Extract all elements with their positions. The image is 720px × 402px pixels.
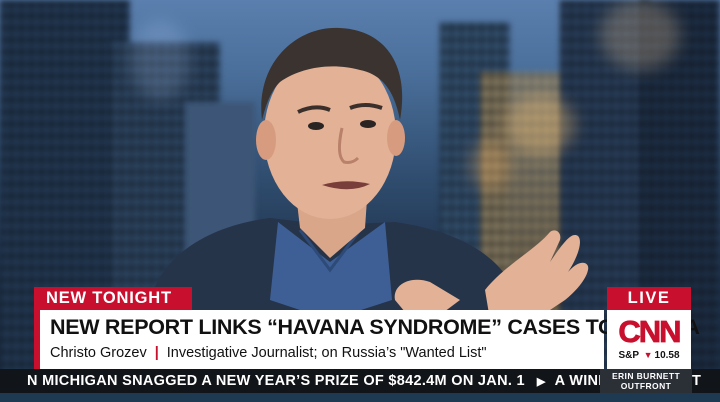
speaker-separator: | xyxy=(154,345,159,361)
show-name-line1: ERIN BURNETT xyxy=(611,371,681,381)
speaker-line: Christo Grozev | Investigative Journalist;… xyxy=(50,344,487,362)
cnn-logo-icon: CNN xyxy=(613,313,685,349)
stock-change: 10.58 xyxy=(654,350,680,361)
live-badge: LIVE xyxy=(607,287,691,310)
new-tonight-tag: NEW TONIGHT xyxy=(34,287,192,310)
cnn-logo-text: CNN xyxy=(618,314,680,349)
headline-banner: NEW REPORT LINKS “HAVANA SYNDROME” CASES… xyxy=(34,310,700,369)
stock-label: S&P xyxy=(618,350,639,361)
bottom-strip xyxy=(0,393,720,402)
headline-text: NEW REPORT LINKS “HAVANA SYNDROME” CASES… xyxy=(50,315,700,339)
stock-ticker: S&P ▼ 10.58 xyxy=(607,350,691,361)
show-name-badge: ERIN BURNETT OUTFRONT xyxy=(600,369,692,393)
video-frame: NEW TONIGHT LIVE NEW REPORT LINKS “HAVAN… xyxy=(0,0,720,402)
speaker-title: Investigative Journalist; on Russia’s "W… xyxy=(166,345,487,361)
down-arrow-icon: ▼ xyxy=(643,350,653,360)
crawl-arrow-icon: ▶ xyxy=(536,376,546,388)
speaker-name: Christo Grozev xyxy=(50,345,147,361)
crawl-item: N MICHIGAN SNAGGED A NEW YEAR’S PRIZE OF… xyxy=(27,373,525,389)
show-name-line2: OUTFRONT xyxy=(620,381,672,391)
network-logo-box: CNN S&P ▼ 10.58 xyxy=(607,310,691,369)
